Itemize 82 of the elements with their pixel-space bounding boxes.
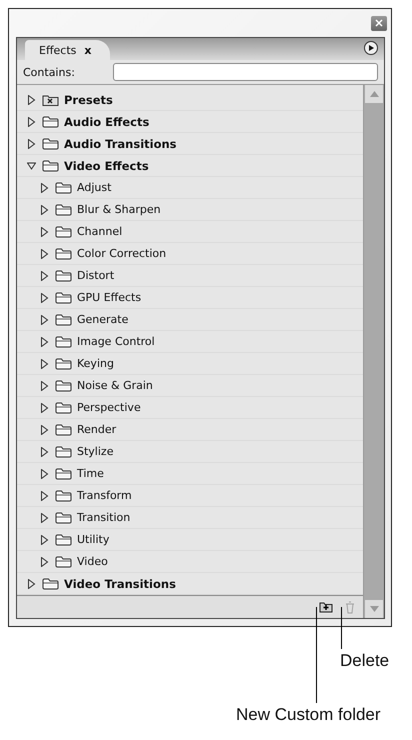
tree-item[interactable]: Utility — [17, 529, 363, 551]
folder-icon — [55, 512, 72, 524]
close-button[interactable] — [371, 16, 387, 30]
folder-icon — [55, 226, 72, 238]
tree-item[interactable]: Transition — [17, 507, 363, 529]
collapsed-triangle-icon[interactable] — [27, 94, 36, 104]
folder-icon — [42, 160, 59, 172]
tree-item[interactable]: Noise & Grain — [17, 375, 363, 397]
folder-icon — [55, 182, 72, 194]
search-field[interactable] — [113, 63, 378, 81]
folder-icon — [55, 270, 72, 282]
tree-item[interactable]: Video Effects — [17, 155, 363, 177]
collapsed-triangle-icon[interactable] — [40, 424, 49, 434]
folder-icon — [55, 292, 72, 304]
collapsed-triangle-icon[interactable] — [40, 468, 49, 478]
tree-item[interactable]: Image Control — [17, 331, 363, 353]
effects-tab[interactable]: Effects x — [25, 40, 110, 60]
folder-icon — [55, 446, 72, 458]
collapsed-triangle-icon[interactable] — [40, 446, 49, 456]
folder-icon — [55, 468, 72, 480]
expanded-triangle-icon[interactable] — [27, 160, 36, 170]
collapsed-triangle-icon[interactable] — [40, 534, 49, 544]
tree-item[interactable]: Perspective — [17, 397, 363, 419]
tree-item[interactable]: Color Correction — [17, 243, 363, 265]
collapsed-triangle-icon[interactable] — [40, 204, 49, 214]
collapsed-triangle-icon[interactable] — [40, 226, 49, 236]
tree-item[interactable]: Audio Transitions — [17, 133, 363, 155]
tree-item[interactable]: Adjust — [17, 177, 363, 199]
tree-item[interactable]: Time — [17, 463, 363, 485]
search-label: Contains: — [23, 66, 76, 78]
tree-item[interactable]: Render — [17, 419, 363, 441]
collapsed-triangle-icon[interactable] — [40, 336, 49, 346]
collapsed-triangle-icon[interactable] — [40, 292, 49, 302]
collapsed-triangle-icon[interactable] — [40, 402, 49, 412]
folder-icon — [55, 314, 72, 326]
folder-icon — [55, 556, 72, 568]
collapsed-triangle-icon[interactable] — [40, 490, 49, 500]
tree-item[interactable]: Generate — [17, 309, 363, 331]
tree-item[interactable]: Transform — [17, 485, 363, 507]
panel-menu-button[interactable] — [364, 41, 378, 55]
collapsed-triangle-icon[interactable] — [40, 314, 49, 324]
collapsed-triangle-icon[interactable] — [27, 116, 36, 126]
collapsed-triangle-icon[interactable] — [40, 182, 49, 192]
tree-item[interactable]: Stylize — [17, 441, 363, 463]
folder-icon — [42, 138, 59, 150]
folder-icon — [55, 490, 72, 502]
close-icon — [375, 19, 383, 27]
tree-item[interactable]: Audio Effects — [17, 111, 363, 133]
folder-icon — [55, 358, 72, 370]
callout-label: Delete — [340, 651, 390, 671]
folder-icon — [55, 248, 72, 260]
preset-folder-icon — [42, 94, 59, 106]
new-folder-icon[interactable] — [319, 601, 333, 613]
folder-icon — [55, 380, 72, 392]
tree-item[interactable]: Video — [17, 551, 363, 573]
collapsed-triangle-icon[interactable] — [40, 358, 49, 368]
play-triangle-icon — [368, 45, 374, 51]
up-arrow-icon — [370, 91, 378, 97]
collapsed-triangle-icon[interactable] — [40, 248, 49, 258]
tree-item[interactable]: Keying — [17, 353, 363, 375]
down-arrow-icon — [370, 606, 378, 612]
collapsed-triangle-icon[interactable] — [40, 380, 49, 390]
folder-icon — [55, 402, 72, 414]
callout-label: New Custom folder — [236, 705, 381, 725]
tree-item[interactable]: Distort — [17, 265, 363, 287]
tree-item[interactable]: GPU Effects — [17, 287, 363, 309]
leader-line — [341, 607, 342, 649]
collapsed-triangle-icon[interactable] — [40, 556, 49, 566]
collapsed-triangle-icon[interactable] — [27, 578, 36, 588]
folder-icon — [55, 534, 72, 546]
folder-icon — [42, 116, 59, 128]
folder-icon — [42, 578, 59, 590]
tree-item[interactable]: Blur & Sharpen — [17, 199, 363, 221]
folder-icon — [55, 336, 72, 348]
tree-item[interactable]: Presets — [17, 89, 363, 111]
folder-icon — [55, 204, 72, 216]
collapsed-triangle-icon[interactable] — [27, 138, 36, 148]
collapsed-triangle-icon[interactable] — [40, 512, 49, 522]
tree-item[interactable]: Channel — [17, 221, 363, 243]
collapsed-triangle-icon[interactable] — [40, 270, 49, 280]
folder-icon — [55, 424, 72, 436]
close-tab-button[interactable]: x — [84, 44, 92, 56]
